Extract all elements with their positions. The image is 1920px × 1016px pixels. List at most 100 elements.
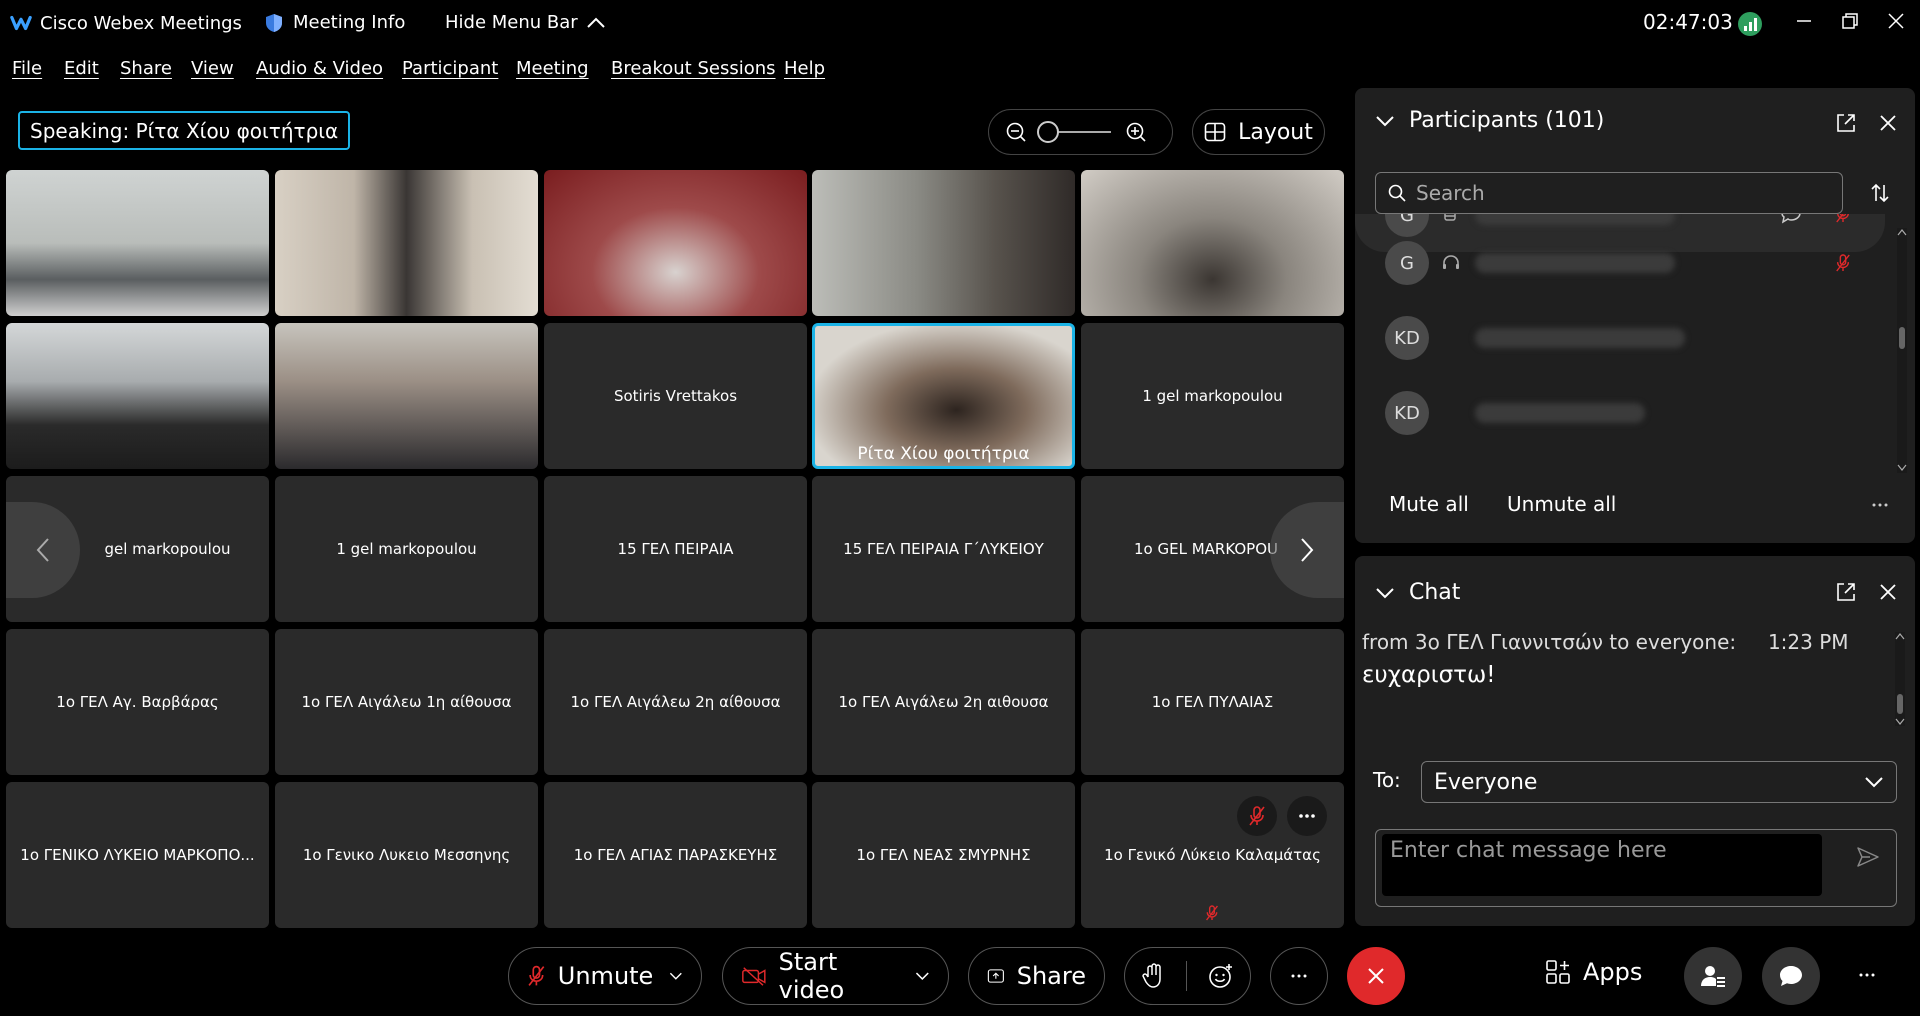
- menu-participant[interactable]: Participant: [402, 58, 498, 79]
- scroll-down-icon[interactable]: [1897, 464, 1907, 472]
- scroll-thumb[interactable]: [1899, 327, 1905, 349]
- video-tile[interactable]: [275, 170, 538, 316]
- reaction-emoji-icon[interactable]: [1208, 963, 1234, 989]
- menu-breakout-sessions[interactable]: Breakout Sessions: [611, 58, 776, 79]
- start-video-button[interactable]: Start video: [722, 947, 949, 1005]
- participant-name: 1ο ΓΕΛ Αγ. Βαρβάρας: [56, 693, 219, 711]
- reactions-group: [1124, 947, 1251, 1005]
- pop-out-icon[interactable]: [1835, 581, 1857, 603]
- restore-icon[interactable]: [1838, 10, 1862, 32]
- microphone-muted-icon[interactable]: [1835, 214, 1851, 224]
- participant-tile[interactable]: 1ο ΓΕΝΙΚΟ ΛΥΚΕΙΟ ΜΑΡΚΟΠΟ...: [6, 782, 269, 928]
- participant-tile[interactable]: 1ο Γενικο Λυκειο Μεσσηνης: [275, 782, 538, 928]
- chevron-down-icon[interactable]: [669, 971, 683, 981]
- zoom-out-icon[interactable]: [1005, 121, 1027, 143]
- layout-button[interactable]: Layout: [1192, 109, 1325, 155]
- meeting-clock: 02:47:03: [1643, 10, 1733, 34]
- minimize-icon[interactable]: [1792, 10, 1816, 32]
- participants-header[interactable]: Participants (101): [1375, 108, 1604, 133]
- participants-toggle-button[interactable]: [1684, 947, 1742, 1005]
- menu-view[interactable]: View: [191, 58, 234, 79]
- network-health-icon[interactable]: [1738, 12, 1762, 36]
- scroll-down-icon[interactable]: [1895, 718, 1905, 726]
- menu-meeting[interactable]: Meeting: [516, 58, 589, 79]
- participant-tile[interactable]: 1ο ΓΕΛ ΠΥΛΑΙΑΣ: [1081, 629, 1344, 775]
- tile-more-button[interactable]: [1287, 796, 1327, 836]
- close-icon[interactable]: [1877, 581, 1899, 603]
- hide-menu-bar-button[interactable]: Hide Menu Bar: [445, 12, 606, 33]
- raise-hand-icon[interactable]: [1141, 963, 1165, 989]
- participant-search-input[interactable]: Search: [1375, 172, 1843, 214]
- microphone-muted-icon: [1206, 905, 1218, 921]
- participant-tile[interactable]: 1ο ΓΕΛ Αιγάλεω 2η αιθουσα: [812, 629, 1075, 775]
- chat-bubble-icon[interactable]: [1780, 214, 1802, 224]
- participant-tile[interactable]: 1ο ΓΕΛ ΝΕΑΣ ΣΜΥΡΝΗΣ: [812, 782, 1075, 928]
- participant-tile[interactable]: 1ο ΓΕΛ Αιγάλεω 2η αίθουσα: [544, 629, 807, 775]
- participant-tile[interactable]: 15 ΓΕΛ ΠΕΙΡΑΙΑ: [544, 476, 807, 622]
- chat-recipient-value: Everyone: [1434, 769, 1538, 795]
- close-icon[interactable]: [1877, 112, 1899, 134]
- meeting-info-button[interactable]: Meeting Info: [265, 12, 405, 33]
- participant-tile[interactable]: 1ο ΓΕΛ Αιγάλεω 1η αίθουσα: [275, 629, 538, 775]
- unmute-button[interactable]: Unmute: [508, 947, 702, 1005]
- participant-name-redacted: [1475, 214, 1675, 225]
- participant-tile[interactable]: 15 ΓΕΛ ΠΕΙΡΑΙΑ Γ΄ΛΥΚΕΙΟΥ: [812, 476, 1075, 622]
- pop-out-icon[interactable]: [1835, 112, 1857, 134]
- participant-tile-sotiris-vrettakos[interactable]: Sotiris Vrettakos: [544, 323, 807, 469]
- close-window-icon[interactable]: [1884, 10, 1908, 32]
- video-off-icon: [742, 967, 766, 986]
- tile-mute-button[interactable]: [1237, 796, 1277, 836]
- participant-tile[interactable]: 1 gel markopoulou: [1081, 323, 1344, 469]
- microphone-muted-icon[interactable]: [1835, 253, 1851, 273]
- scroll-up-icon[interactable]: [1897, 228, 1907, 236]
- participant-tile[interactable]: 1ο ΓΕΛ ΑΓΙΑΣ ΠΑΡΑΣΚΕΥΗΣ: [544, 782, 807, 928]
- video-tile[interactable]: [275, 323, 538, 469]
- participant-row[interactable]: KD: [1355, 301, 1885, 375]
- video-tile[interactable]: [6, 323, 269, 469]
- menu-share[interactable]: Share: [120, 58, 172, 79]
- chat-message-input[interactable]: Enter chat message here: [1375, 829, 1897, 907]
- participant-tile[interactable]: 1 gel markopoulou: [275, 476, 538, 622]
- zoom-in-icon[interactable]: [1125, 121, 1147, 143]
- menu-edit[interactable]: Edit: [64, 58, 99, 79]
- sort-icon[interactable]: [1869, 182, 1891, 204]
- menu-help[interactable]: Help: [784, 58, 825, 79]
- chat-toggle-button[interactable]: [1762, 947, 1820, 1005]
- video-tile[interactable]: [544, 170, 807, 316]
- participant-row[interactable]: G: [1355, 226, 1885, 300]
- participants-scrollbar[interactable]: [1897, 228, 1907, 473]
- chevron-right-icon: [1301, 538, 1314, 562]
- share-button[interactable]: Share: [968, 947, 1105, 1005]
- chat-header[interactable]: Chat: [1375, 580, 1460, 605]
- participant-tile-hovered[interactable]: 1ο Γενικό Λύκειο Καλαμάτας: [1081, 782, 1344, 928]
- leave-meeting-button[interactable]: [1347, 947, 1405, 1005]
- menu-file[interactable]: File: [12, 58, 42, 79]
- chat-scrollbar[interactable]: [1895, 632, 1905, 726]
- chat-message-time: 1:23 PM: [1767, 630, 1849, 654]
- send-icon[interactable]: [1856, 846, 1880, 868]
- chevron-down-icon: [1865, 777, 1883, 788]
- participant-name: 1ο ΓΕΛ Αιγάλεω 1η αίθουσα: [301, 693, 512, 711]
- zoom-slider[interactable]: [1037, 121, 1111, 143]
- more-options-button[interactable]: [1270, 947, 1328, 1005]
- participant-tile[interactable]: 1ο ΓΕΛ Αγ. Βαρβάρας: [6, 629, 269, 775]
- chevron-down-icon[interactable]: [915, 971, 930, 981]
- chat-title: Chat: [1409, 580, 1461, 605]
- active-speaker-tile[interactable]: Ρίτα Χίου φοιτήτρια: [812, 323, 1075, 469]
- zoom-slider-handle[interactable]: [1037, 121, 1059, 143]
- participant-row[interactable]: KD: [1355, 376, 1885, 450]
- video-tile[interactable]: [812, 170, 1075, 316]
- participant-name: 1ο ΓΕΝΙΚΟ ΛΥΚΕΙΟ ΜΑΡΚΟΠΟ...: [20, 846, 255, 864]
- scroll-up-icon[interactable]: [1895, 632, 1905, 640]
- unmute-all-button[interactable]: Unmute all: [1507, 492, 1616, 516]
- chat-recipient-select[interactable]: Everyone: [1421, 761, 1897, 803]
- video-tile[interactable]: [1081, 170, 1344, 316]
- participant-name-redacted: [1475, 253, 1675, 273]
- video-tile[interactable]: [6, 170, 269, 316]
- more-horizontal-icon[interactable]: [1871, 502, 1889, 508]
- scroll-thumb[interactable]: [1897, 694, 1903, 714]
- apps-button[interactable]: Apps: [1545, 958, 1642, 986]
- more-horizontal-icon[interactable]: [1858, 972, 1876, 978]
- mute-all-button[interactable]: Mute all: [1389, 492, 1469, 516]
- menu-audio-video[interactable]: Audio & Video: [256, 58, 383, 79]
